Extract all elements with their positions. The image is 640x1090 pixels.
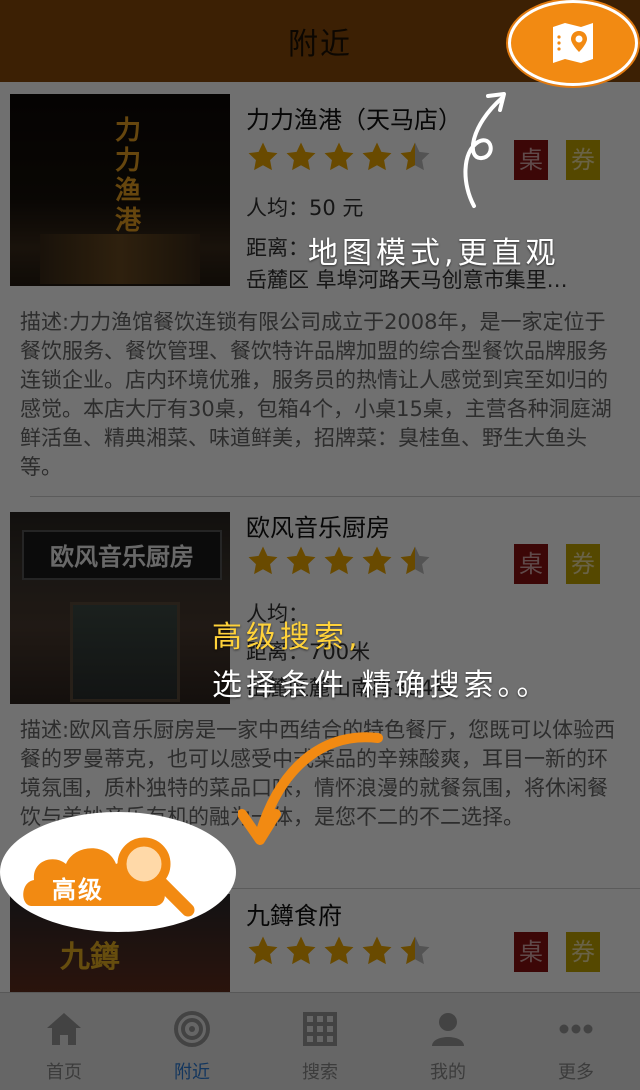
advanced-search-badge: 高级 — [18, 824, 218, 920]
restaurant-name: 九鐏食府 — [246, 902, 342, 930]
home-icon — [47, 1013, 81, 1045]
tab-label: 我的 — [430, 1062, 466, 1083]
tip-arrow-advanced — [238, 732, 383, 845]
target-icon — [174, 1011, 210, 1047]
rating-stars — [246, 934, 432, 968]
star-icon — [246, 140, 280, 174]
divider — [30, 496, 640, 497]
tab-label: 附近 — [174, 1062, 210, 1083]
distance: 距离： — [246, 236, 309, 260]
star-icon — [360, 934, 394, 968]
star-icon — [322, 934, 356, 968]
desk-badge: 桌 — [514, 544, 548, 584]
advanced-button-label: 高级 — [52, 876, 104, 904]
star-icon — [360, 140, 394, 174]
coupon-badge: 券 — [566, 932, 600, 972]
photo-sign-text: 欧风音乐厨房 — [22, 530, 222, 580]
rating-stars — [246, 140, 432, 174]
half-star-icon — [398, 934, 432, 968]
avg-price: 人均：50 元 — [246, 196, 364, 220]
star-icon — [322, 140, 356, 174]
half-star-icon — [398, 140, 432, 174]
tab-search[interactable]: 搜索 — [256, 993, 384, 1090]
map-mode-button[interactable] — [508, 0, 638, 86]
description: 描述:力力渔馆餐饮连锁有限公司成立于2008年，是一家定位于餐饮服务、餐饮管理、… — [20, 310, 612, 479]
tab-nearby[interactable]: 附近 — [128, 993, 256, 1090]
restaurant-photo: 欧风音乐厨房 — [10, 512, 230, 704]
star-icon — [322, 544, 356, 578]
desk-badge: 桌 — [514, 932, 548, 972]
star-icon — [246, 544, 280, 578]
more-icon — [559, 1024, 593, 1034]
photo-sign-text: 力力渔港 — [114, 116, 141, 236]
bottom-tab-bar: 首页 附近 搜索 我的 更多 — [0, 992, 640, 1090]
photo-storefront — [70, 602, 180, 702]
tip-advanced-search-title: 高级搜索, — [212, 620, 362, 655]
tab-label: 搜索 — [302, 1062, 338, 1083]
star-icon — [284, 140, 318, 174]
star-icon — [246, 934, 280, 968]
restaurant-name: 力力渔港（天马店） — [246, 106, 462, 134]
photo-sign-text: 九鐏 — [60, 940, 120, 975]
list-item[interactable]: 力力渔港 力力渔港（天马店） 桌 券 人均：50 元 距离： 岳麓区 阜埠河路天… — [0, 82, 640, 500]
tab-label: 更多 — [558, 1062, 594, 1083]
tab-mine[interactable]: 我的 — [384, 993, 512, 1090]
tip-map-mode: 地图模式,更直观 — [308, 236, 560, 271]
tab-home[interactable]: 首页 — [0, 993, 128, 1090]
restaurant-name: 欧风音乐厨房 — [246, 514, 390, 542]
user-icon — [432, 1013, 464, 1046]
half-star-icon — [398, 544, 432, 578]
restaurant-photo: 力力渔港 — [10, 94, 230, 286]
map-icon — [553, 23, 593, 63]
tip-arrow-map — [463, 92, 506, 208]
advanced-search-button[interactable]: 高级 — [0, 812, 236, 932]
tab-more[interactable]: 更多 — [512, 993, 640, 1090]
grid-icon — [303, 1012, 337, 1046]
coupon-badge: 券 — [566, 140, 600, 180]
star-icon — [284, 934, 318, 968]
rating-stars — [246, 544, 432, 578]
star-icon — [360, 544, 394, 578]
magnifier-icon — [117, 837, 195, 917]
page-title: 附近 — [288, 27, 352, 62]
star-icon — [284, 544, 318, 578]
tab-label: 首页 — [46, 1062, 82, 1083]
photo-storefront — [40, 234, 200, 284]
tip-advanced-search-desc: 选择条件 精确搜索。。 — [212, 668, 551, 703]
coupon-badge: 券 — [566, 544, 600, 584]
